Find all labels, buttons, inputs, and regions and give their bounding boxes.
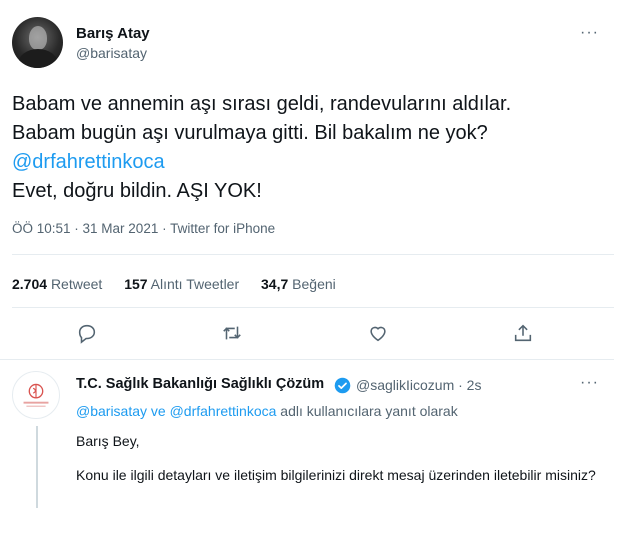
quote-count: 157	[124, 276, 148, 292]
thread-line	[36, 426, 38, 508]
replying-to: @barisatay ve @drfahrettinkoca adlı kull…	[76, 403, 458, 419]
author-avatar[interactable]	[12, 17, 63, 68]
quote-label: Alıntı Tweetler	[150, 276, 240, 292]
tweet-stats: 2.704 Retweet 157 Alıntı Tweetler 34,7 B…	[12, 276, 354, 292]
tweet-text: Babam ve annemin aşı sırası geldi, rande…	[12, 90, 627, 206]
like-label: Beğeni	[292, 276, 336, 292]
reply-more-options-icon[interactable]: ···	[580, 374, 599, 392]
retweet-count: 2.704	[12, 276, 48, 292]
reply-icon[interactable]	[76, 322, 98, 344]
retweet-icon[interactable]	[221, 322, 243, 344]
reply-author-name[interactable]: T.C. Sağlık Bakanlığı Sağlıklı Çözüm	[76, 376, 324, 392]
replying-mentions[interactable]: @barisatay ve @drfahrettinkoca	[76, 403, 276, 419]
like-stat[interactable]: 34,7 Beğeni	[261, 276, 336, 292]
verified-badge-icon	[334, 377, 351, 394]
reply-paragraph: Barış Bey,	[76, 433, 140, 449]
reply-author-avatar[interactable]	[12, 371, 60, 419]
avatar-body	[18, 49, 58, 68]
like-icon[interactable]	[367, 322, 389, 344]
like-count: 34,7	[261, 276, 289, 292]
more-options-icon[interactable]: ···	[580, 24, 599, 42]
divider	[12, 254, 614, 255]
author-name[interactable]: Barış Atay	[76, 25, 150, 42]
replying-suffix: adlı kullanıcılara yanıt olarak	[276, 403, 458, 419]
tweet-line: Evet, doğru bildin. AŞI YOK!	[12, 180, 262, 202]
quote-stat[interactable]: 157 Alıntı Tweetler	[124, 276, 239, 292]
ministry-logo-icon	[23, 383, 49, 407]
avatar-face	[29, 26, 47, 50]
retweet-label: Retweet	[50, 276, 103, 292]
reply-author-handle[interactable]: @saglikIicozum · 2s	[356, 377, 481, 393]
reply-paragraph: Konu ile ilgili detayları ve iletişim bi…	[76, 467, 596, 483]
tweet-timestamp[interactable]: ÖÖ 10:51 · 31 Mar 2021 · Twitter for iPh…	[12, 221, 275, 236]
divider	[0, 359, 614, 360]
mention-link[interactable]: @drfahrettinkoca	[12, 148, 627, 177]
author-handle[interactable]: @barisatay	[76, 45, 147, 61]
divider	[12, 307, 614, 308]
tweet-line: Babam ve annemin aşı sırası geldi, rande…	[12, 93, 512, 115]
share-icon[interactable]	[512, 322, 534, 344]
retweet-stat[interactable]: 2.704 Retweet	[12, 276, 102, 292]
tweet-line: Babam bugün aşı vurulmaya gitti. Bil bak…	[12, 122, 488, 144]
reply-text: Barış Bey, Konu ile ilgili detayları ve …	[76, 431, 616, 499]
